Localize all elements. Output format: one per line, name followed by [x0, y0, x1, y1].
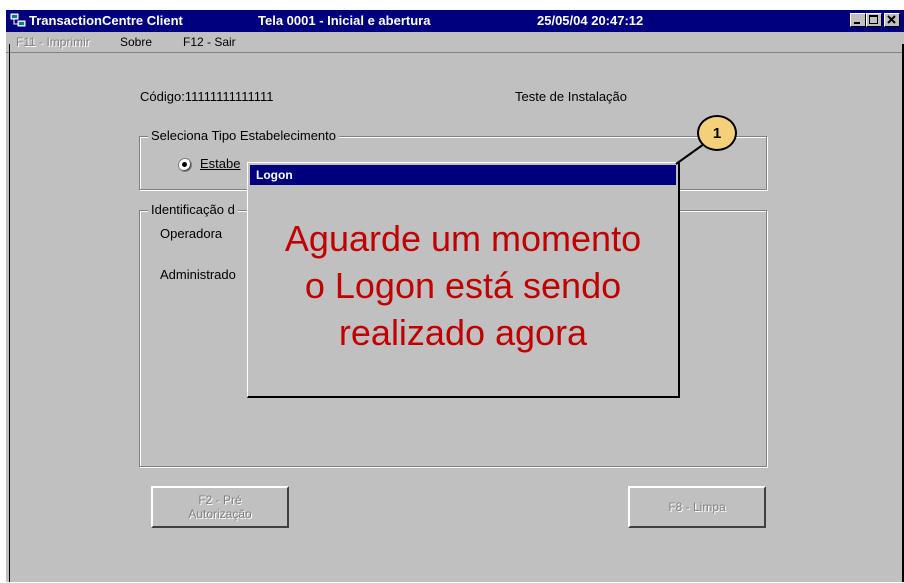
menu-bar: F11 - Imprimir Sobre F12 - Sair [6, 32, 904, 52]
app-title: TransactionCentre Client [29, 13, 183, 28]
teste-label: Teste de Instalação [515, 89, 628, 104]
logon-dialog-title: Logon [256, 168, 293, 182]
window-left-border [9, 44, 10, 582]
limpa-button-label: F8 - Limpa [668, 500, 726, 514]
operadora-label: Operadora [160, 226, 223, 241]
menu-exit[interactable]: F12 - Sair [183, 35, 236, 49]
menu-about[interactable]: Sobre [120, 35, 152, 49]
codigo-label: Código:11111111111111 [140, 89, 274, 104]
logon-dialog-titlebar[interactable]: Logon [250, 165, 676, 185]
logon-dialog: Logon Aguarde um momento o Logon está se… [247, 162, 680, 398]
menu-print[interactable]: F11 - Imprimir [16, 35, 90, 49]
radio-selected-dot [182, 162, 187, 167]
logon-message-line2: o Logon está sendo [304, 265, 622, 306]
logon-message-line3: realizado agora [338, 312, 588, 353]
callout-badge: 1 [697, 115, 737, 151]
administradora-label: Administrado [160, 267, 236, 282]
pre-autorizacao-line2: Autorização [188, 507, 252, 521]
title-bar[interactable]: TransactionCentre Client Tela 0001 - Ini… [6, 10, 904, 32]
limpa-button[interactable]: F8 - Limpa [628, 486, 766, 528]
ident-group-title: Identificação d [148, 202, 238, 217]
close-icon[interactable] [884, 13, 900, 27]
datetime: 25/05/04 20:47:12 [537, 13, 644, 28]
logon-message: Aguarde um momento o Logon está sendo re… [248, 215, 678, 356]
tipo-group-title: Seleciona Tipo Estabelecimento [148, 128, 340, 143]
minimize-icon[interactable] [850, 13, 866, 27]
window-controls [850, 13, 902, 29]
pre-autorizacao-line1: F2 - Pré [198, 493, 242, 507]
radio-estabelecimento[interactable] [178, 158, 192, 172]
callout-number: 1 [712, 124, 722, 142]
logon-message-line1: Aguarde um momento [284, 218, 642, 259]
radio-estabelecimento-label: Estabe [200, 156, 241, 171]
network-computer-icon [10, 13, 26, 27]
maximize-icon[interactable] [866, 13, 882, 27]
pre-autorizacao-button[interactable]: F2 - Pré Autorização [151, 486, 289, 528]
screen-title: Tela 0001 - Inicial e abertura [258, 13, 431, 28]
